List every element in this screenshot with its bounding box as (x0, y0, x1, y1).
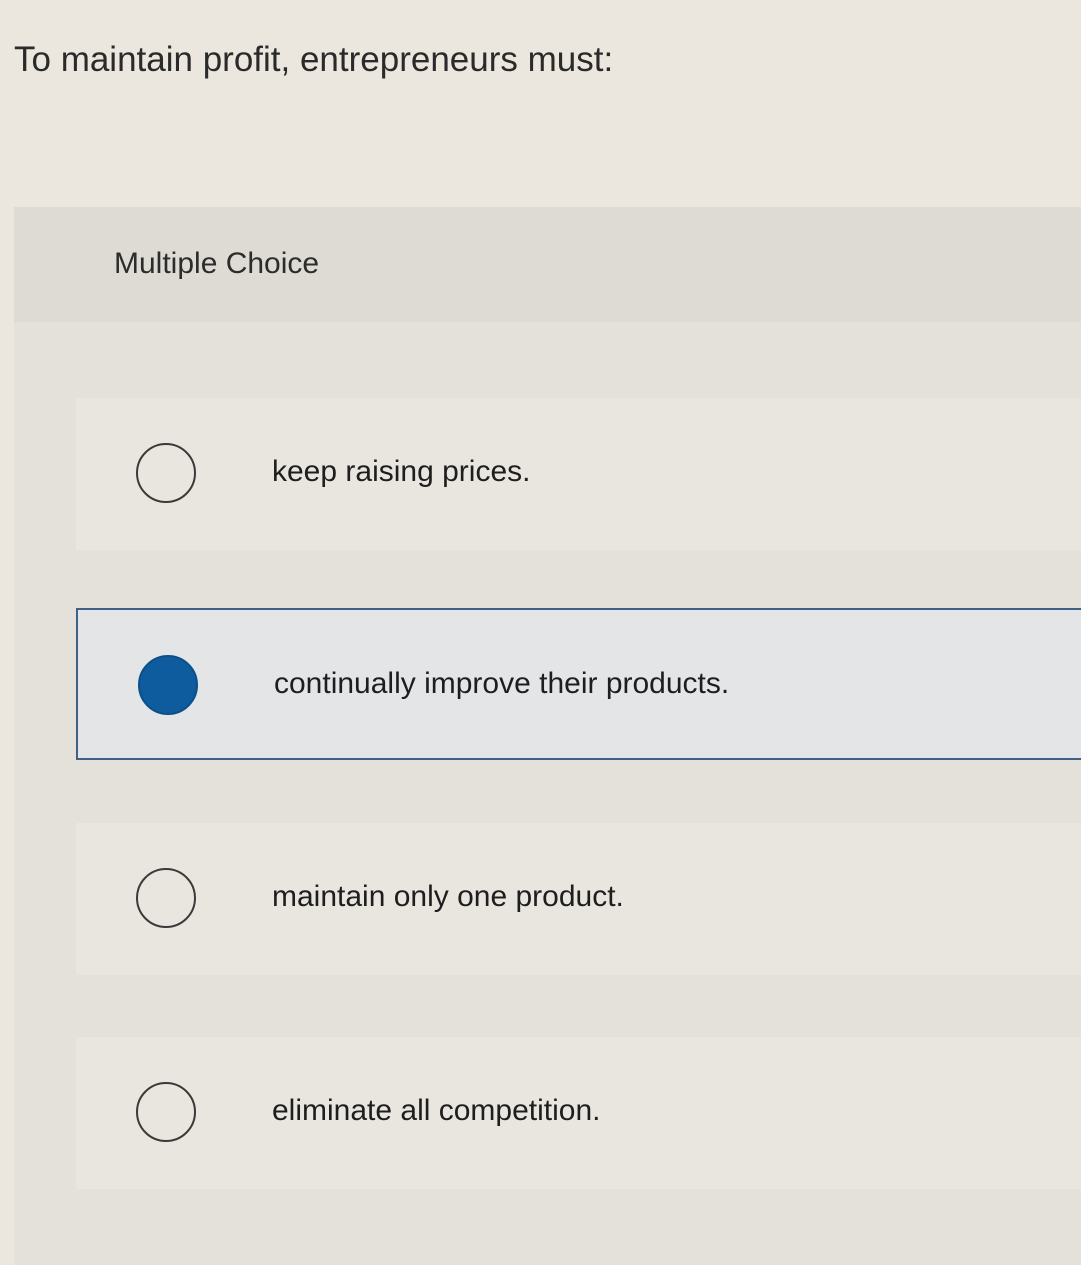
answer-option-3[interactable]: maintain only one product. (76, 823, 1081, 975)
question-text: To maintain profit, entrepreneurs must: (14, 40, 614, 79)
answer-option-label: maintain only one product. (272, 880, 624, 913)
answer-option-4[interactable]: eliminate all competition. (76, 1037, 1081, 1189)
radio-unselected-icon[interactable] (136, 443, 196, 503)
answer-option-label: eliminate all competition. (272, 1094, 601, 1127)
answer-option-2[interactable]: continually improve their products. (76, 608, 1081, 760)
answer-option-label: keep raising prices. (272, 455, 531, 488)
radio-unselected-icon[interactable] (136, 1082, 196, 1142)
multiple-choice-panel: Multiple Choice keep raising prices. con… (14, 207, 1081, 1265)
panel-header: Multiple Choice (14, 207, 1081, 322)
answer-option-label: continually improve their products. (274, 667, 730, 700)
radio-unselected-icon[interactable] (136, 868, 196, 928)
radio-selected-icon[interactable] (138, 655, 198, 715)
answer-option-1[interactable]: keep raising prices. (76, 398, 1081, 550)
question-type-label: Multiple Choice (114, 247, 320, 280)
